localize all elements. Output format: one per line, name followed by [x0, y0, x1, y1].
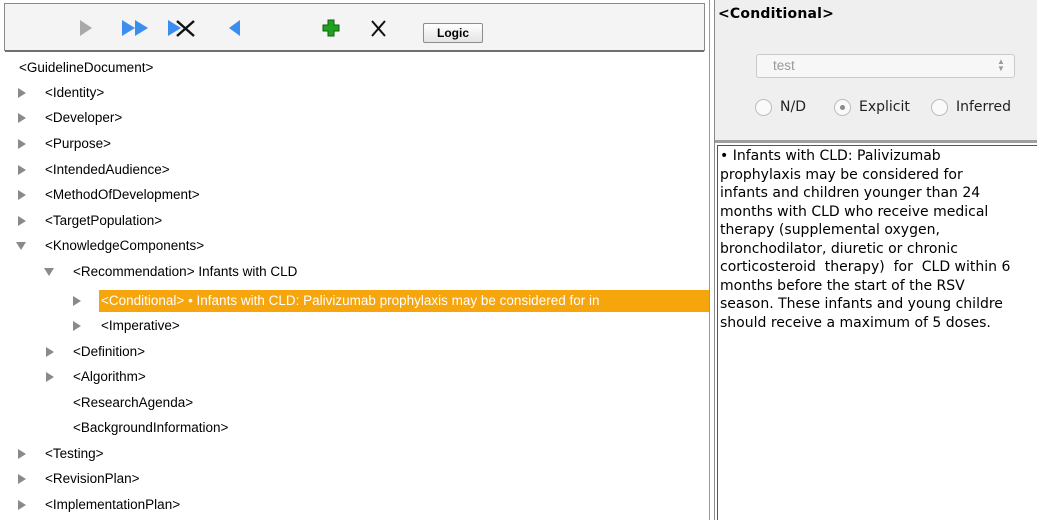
collapse-arrow-icon[interactable]: [16, 241, 26, 251]
play-icon: [80, 20, 92, 36]
radio-nd[interactable]: N/D: [755, 97, 806, 117]
description-text-area[interactable]: • Infants with CLD: Palivizumab prophyla…: [717, 145, 1037, 520]
collapse-arrow-icon[interactable]: [44, 267, 54, 277]
expand-arrow-icon[interactable]: [17, 139, 27, 149]
back-button[interactable]: [228, 18, 242, 38]
radio-inferred-circle[interactable]: [931, 98, 948, 116]
expand-arrow-icon[interactable]: [45, 347, 55, 357]
tree-item-label: <Developer>: [45, 110, 123, 125]
expand-arrow-icon[interactable]: [45, 372, 55, 382]
expand-arrow-icon[interactable]: [17, 449, 27, 459]
expand-arrow-icon[interactable]: [72, 321, 82, 331]
add-icon: [322, 19, 340, 37]
expand-arrow-icon[interactable]: [17, 165, 27, 175]
radio-explicit-label: Explicit: [859, 99, 910, 115]
logic-button[interactable]: Logic: [423, 23, 483, 43]
tree-item-label: <ResearchAgenda>: [73, 395, 194, 410]
expand-arrow-icon[interactable]: [17, 190, 27, 200]
tree-item-label: <Conditional> • Infants with CLD: Palivi…: [101, 293, 600, 308]
tree-item-label: <Testing>: [45, 446, 104, 461]
tree-item-label: <RevisionPlan>: [45, 471, 140, 486]
skip-cancel-icon: [168, 20, 195, 37]
skip-cancel-button[interactable]: [167, 18, 197, 38]
tree-item-label: <Purpose>: [45, 136, 112, 151]
outline-tree: <GuidelineDocument> <Identity> <Develope…: [0, 57, 709, 520]
tree-item-label: <Algorithm>: [73, 369, 146, 384]
fast-forward-button[interactable]: [121, 18, 151, 38]
tree-item-label: <KnowledgeComponents>: [45, 238, 205, 253]
toolbar: Logic: [4, 3, 705, 52]
expand-arrow-icon[interactable]: [17, 216, 27, 226]
tree-item-label: <Imperative>: [101, 318, 180, 333]
detail-title: <Conditional>: [718, 6, 835, 22]
radio-explicit[interactable]: Explicit: [834, 97, 910, 117]
close-icon: [371, 20, 386, 37]
expand-arrow-icon[interactable]: [17, 88, 27, 98]
play-button[interactable]: [79, 18, 93, 38]
tree-item-label: <Identity>: [45, 85, 105, 100]
expand-arrow-icon[interactable]: [17, 113, 27, 123]
pane-divider[interactable]: [715, 140, 1037, 143]
back-icon: [229, 20, 240, 36]
toolbar-frame: [5, 4, 704, 52]
radio-explicit-circle[interactable]: [834, 98, 851, 116]
fast-forward-icon: [122, 20, 148, 36]
radio-nd-circle[interactable]: [755, 98, 772, 116]
tree-item-label: <ImplementationPlan>: [45, 497, 181, 512]
test-select-value: test: [773, 58, 795, 73]
add-button[interactable]: [322, 18, 340, 38]
tree-item-label: <Recommendation> Infants with CLD: [73, 264, 298, 279]
test-select[interactable]: test ▲ ▼: [756, 54, 1015, 78]
tree-item-label: <Definition>: [73, 344, 146, 359]
tree-root-label: <GuidelineDocument>: [19, 60, 154, 75]
tree-item-label: <TargetPopulation>: [45, 213, 163, 228]
detail-header: <Conditional> test ▲ ▼ N/D Explicit Infer…: [715, 0, 1037, 140]
tree-item-label: <IntendedAudience>: [45, 162, 170, 177]
tree-item-label: <BackgroundInformation>: [73, 420, 229, 435]
expand-arrow-icon[interactable]: [17, 474, 27, 484]
radio-nd-label: N/D: [780, 99, 806, 115]
expand-arrow-icon[interactable]: [72, 296, 82, 306]
radio-inferred[interactable]: Inferred: [931, 97, 1011, 117]
tree-item-label: <MethodOfDevelopment>: [45, 187, 200, 202]
expand-arrow-icon[interactable]: [17, 500, 27, 510]
tree-item-conditional[interactable]: <Conditional> • Infants with CLD: Palivi…: [0, 290, 709, 312]
detail-pane: <Conditional> test ▲ ▼ N/D Explicit Infer…: [714, 0, 1037, 520]
outline-pane: Logic <GuidelineDocument> <Identity> <De…: [0, 0, 710, 520]
select-arrows-icon: ▲ ▼: [997, 57, 1005, 73]
radio-inferred-label: Inferred: [956, 99, 1012, 115]
close-button[interactable]: [369, 18, 387, 38]
